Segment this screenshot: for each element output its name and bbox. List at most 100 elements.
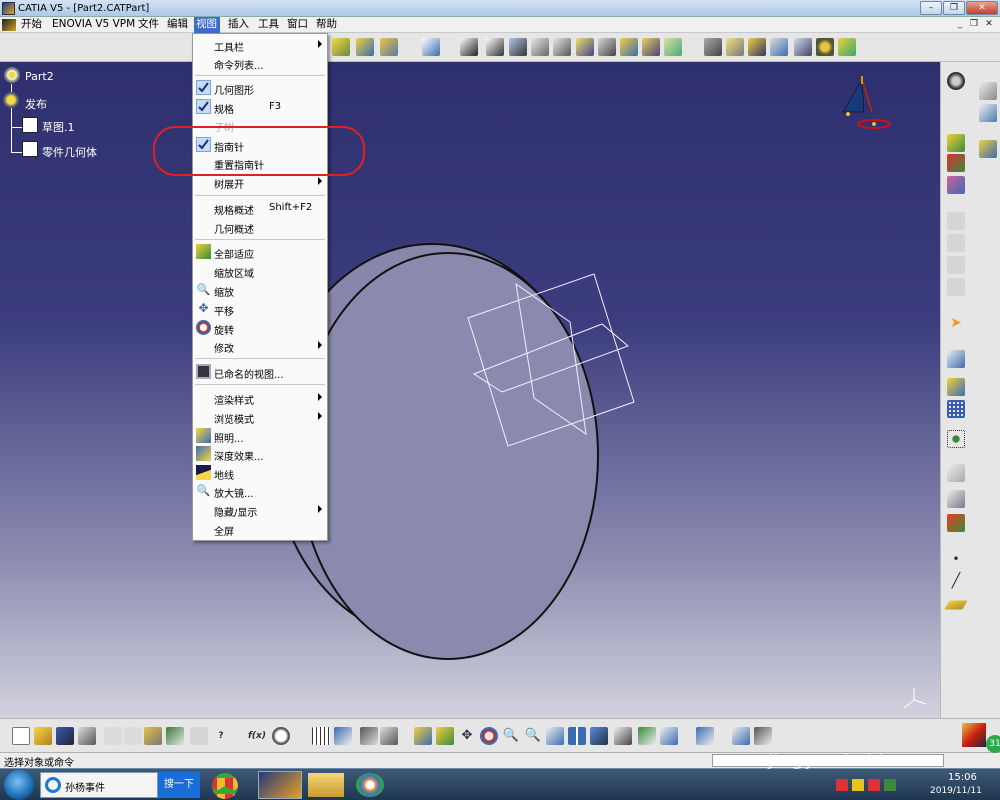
whats-this-icon[interactable]: ?	[212, 727, 230, 745]
pocket-icon[interactable]	[947, 154, 965, 172]
layer-icon[interactable]	[979, 140, 997, 158]
3d-viewport[interactable]: Part2 发布 草图.1 零件几何体	[0, 62, 940, 718]
menu-help[interactable]: 帮助	[314, 17, 339, 33]
text-annotation-icon[interactable]	[947, 464, 965, 482]
paste-icon[interactable]	[144, 727, 162, 745]
menu-item-navigation-mode[interactable]: 浏览模式	[193, 408, 327, 426]
open-icon[interactable]	[34, 727, 52, 745]
render-style-icon[interactable]	[704, 38, 722, 56]
shaft-icon[interactable]	[947, 176, 965, 194]
menu-item-render-style[interactable]: 渲染样式	[193, 389, 327, 407]
menu-edit[interactable]: 编辑	[165, 17, 190, 33]
save-icon[interactable]	[56, 727, 74, 745]
measure-distance-icon[interactable]	[732, 727, 750, 745]
knowledge-icon[interactable]	[360, 727, 378, 745]
pocket-tool-icon[interactable]	[380, 38, 398, 56]
shading-mode-icon[interactable]	[614, 727, 632, 745]
formula-icon[interactable]: f(x)	[248, 727, 266, 745]
menu-item-toolbars[interactable]: 工具栏	[193, 36, 327, 54]
3d-annotation-icon[interactable]	[947, 514, 965, 532]
menu-enovia[interactable]: ENOVIA V5 VPM	[50, 17, 137, 33]
fly-icon[interactable]	[414, 727, 432, 745]
zoom-in-icon[interactable]: 🔍	[502, 727, 520, 745]
fit-all-icon[interactable]	[436, 727, 454, 745]
point-icon[interactable]: •	[947, 550, 965, 568]
paint-icon[interactable]	[356, 773, 384, 797]
menu-item-lighting[interactable]: 照明...	[193, 427, 327, 445]
menu-item-spec-overview[interactable]: 规格概述 Shift+F2	[193, 199, 327, 217]
ie-task-button[interactable]: 孙杨事件	[40, 772, 158, 798]
catia-task-icon[interactable]	[258, 771, 302, 799]
iso-view-icon[interactable]	[590, 727, 608, 745]
sketch-tool-icon[interactable]	[332, 38, 350, 56]
print-icon[interactable]	[78, 727, 96, 745]
shaft-icon[interactable]	[531, 38, 549, 56]
measure-icon[interactable]	[486, 38, 504, 56]
chamfer-icon[interactable]	[620, 38, 638, 56]
table-icon[interactable]	[312, 727, 330, 745]
menu-window[interactable]: 窗口	[285, 17, 310, 33]
menu-tools[interactable]: 工具	[256, 17, 281, 33]
menu-item-pan[interactable]: ✥ 平移	[193, 300, 327, 318]
undo-icon[interactable]	[166, 727, 184, 745]
folder-icon[interactable]	[308, 773, 344, 797]
tray-icon[interactable]	[868, 779, 880, 791]
hide-show-icon[interactable]	[638, 727, 656, 745]
menu-insert[interactable]: 插入	[226, 17, 251, 33]
constraint-icon[interactable]	[947, 378, 965, 396]
line-icon[interactable]: ╱	[947, 572, 965, 590]
reference-element-icon[interactable]	[509, 38, 527, 56]
snap-icon[interactable]	[947, 430, 965, 448]
mdi-close-button[interactable]: ✕	[983, 19, 995, 31]
cut-icon[interactable]	[104, 727, 122, 745]
constraint-icon[interactable]	[460, 38, 478, 56]
axis-system-icon[interactable]	[816, 38, 834, 56]
menu-item-modify[interactable]: 修改	[193, 337, 327, 355]
menu-item-fit-all[interactable]: 全部适应	[193, 243, 327, 261]
menu-item-geometry[interactable]: 几何图形	[193, 79, 327, 97]
flag-note-icon[interactable]	[947, 490, 965, 508]
menu-item-hide-show[interactable]: 隐藏/显示	[193, 501, 327, 519]
catalog-icon[interactable]	[979, 82, 997, 100]
grid-icon[interactable]	[947, 400, 965, 418]
apply-material-icon[interactable]	[947, 72, 965, 90]
tray-icon[interactable]	[852, 779, 864, 791]
material-icon[interactable]	[748, 38, 766, 56]
rib-icon[interactable]	[576, 38, 594, 56]
close-button[interactable]: ✕	[966, 1, 998, 15]
menu-item-command-list[interactable]: 命令列表...	[193, 54, 327, 72]
chrome-icon[interactable]	[212, 773, 238, 799]
multi-view-icon[interactable]	[568, 727, 586, 745]
analysis-icon[interactable]	[380, 727, 398, 745]
refresh-icon[interactable]	[696, 727, 714, 745]
mdi-restore-button[interactable]: ❐	[968, 19, 980, 31]
boolean-icon[interactable]	[770, 38, 788, 56]
comment-icon[interactable]	[272, 727, 290, 745]
copy-icon[interactable]	[124, 727, 142, 745]
menu-view[interactable]: 视图	[194, 17, 220, 33]
tray-icon[interactable]	[836, 779, 848, 791]
menu-item-geometry-overview[interactable]: 几何概述	[193, 218, 327, 236]
draft-icon[interactable]	[642, 38, 660, 56]
fillet-icon[interactable]	[598, 38, 616, 56]
shading-icon[interactable]	[726, 38, 744, 56]
start-button[interactable]	[4, 770, 34, 800]
shell-icon[interactable]	[664, 38, 682, 56]
pan-icon[interactable]: ✥	[458, 727, 476, 745]
sketcher-icon[interactable]	[422, 38, 440, 56]
pad-tool-icon[interactable]	[356, 38, 374, 56]
swap-visible-space-icon[interactable]	[660, 727, 678, 745]
redo-icon[interactable]	[190, 727, 208, 745]
menu-item-named-views[interactable]: 已命名的视图...	[193, 363, 327, 381]
pad-icon[interactable]	[947, 134, 965, 152]
normal-view-icon[interactable]	[546, 727, 564, 745]
menu-item-zoom[interactable]: 🔍 缩放	[193, 281, 327, 299]
measure-item-icon[interactable]	[754, 727, 772, 745]
select-pointer-icon[interactable]: ➤	[947, 314, 965, 332]
menu-file[interactable]: 文件	[136, 17, 161, 33]
selection-sets-icon[interactable]	[979, 104, 997, 122]
menu-item-ground[interactable]: 地线	[193, 464, 327, 482]
menu-item-depth-effect[interactable]: 深度效果...	[193, 445, 327, 463]
plane-icon[interactable]	[944, 600, 968, 610]
new-icon[interactable]	[12, 727, 30, 745]
